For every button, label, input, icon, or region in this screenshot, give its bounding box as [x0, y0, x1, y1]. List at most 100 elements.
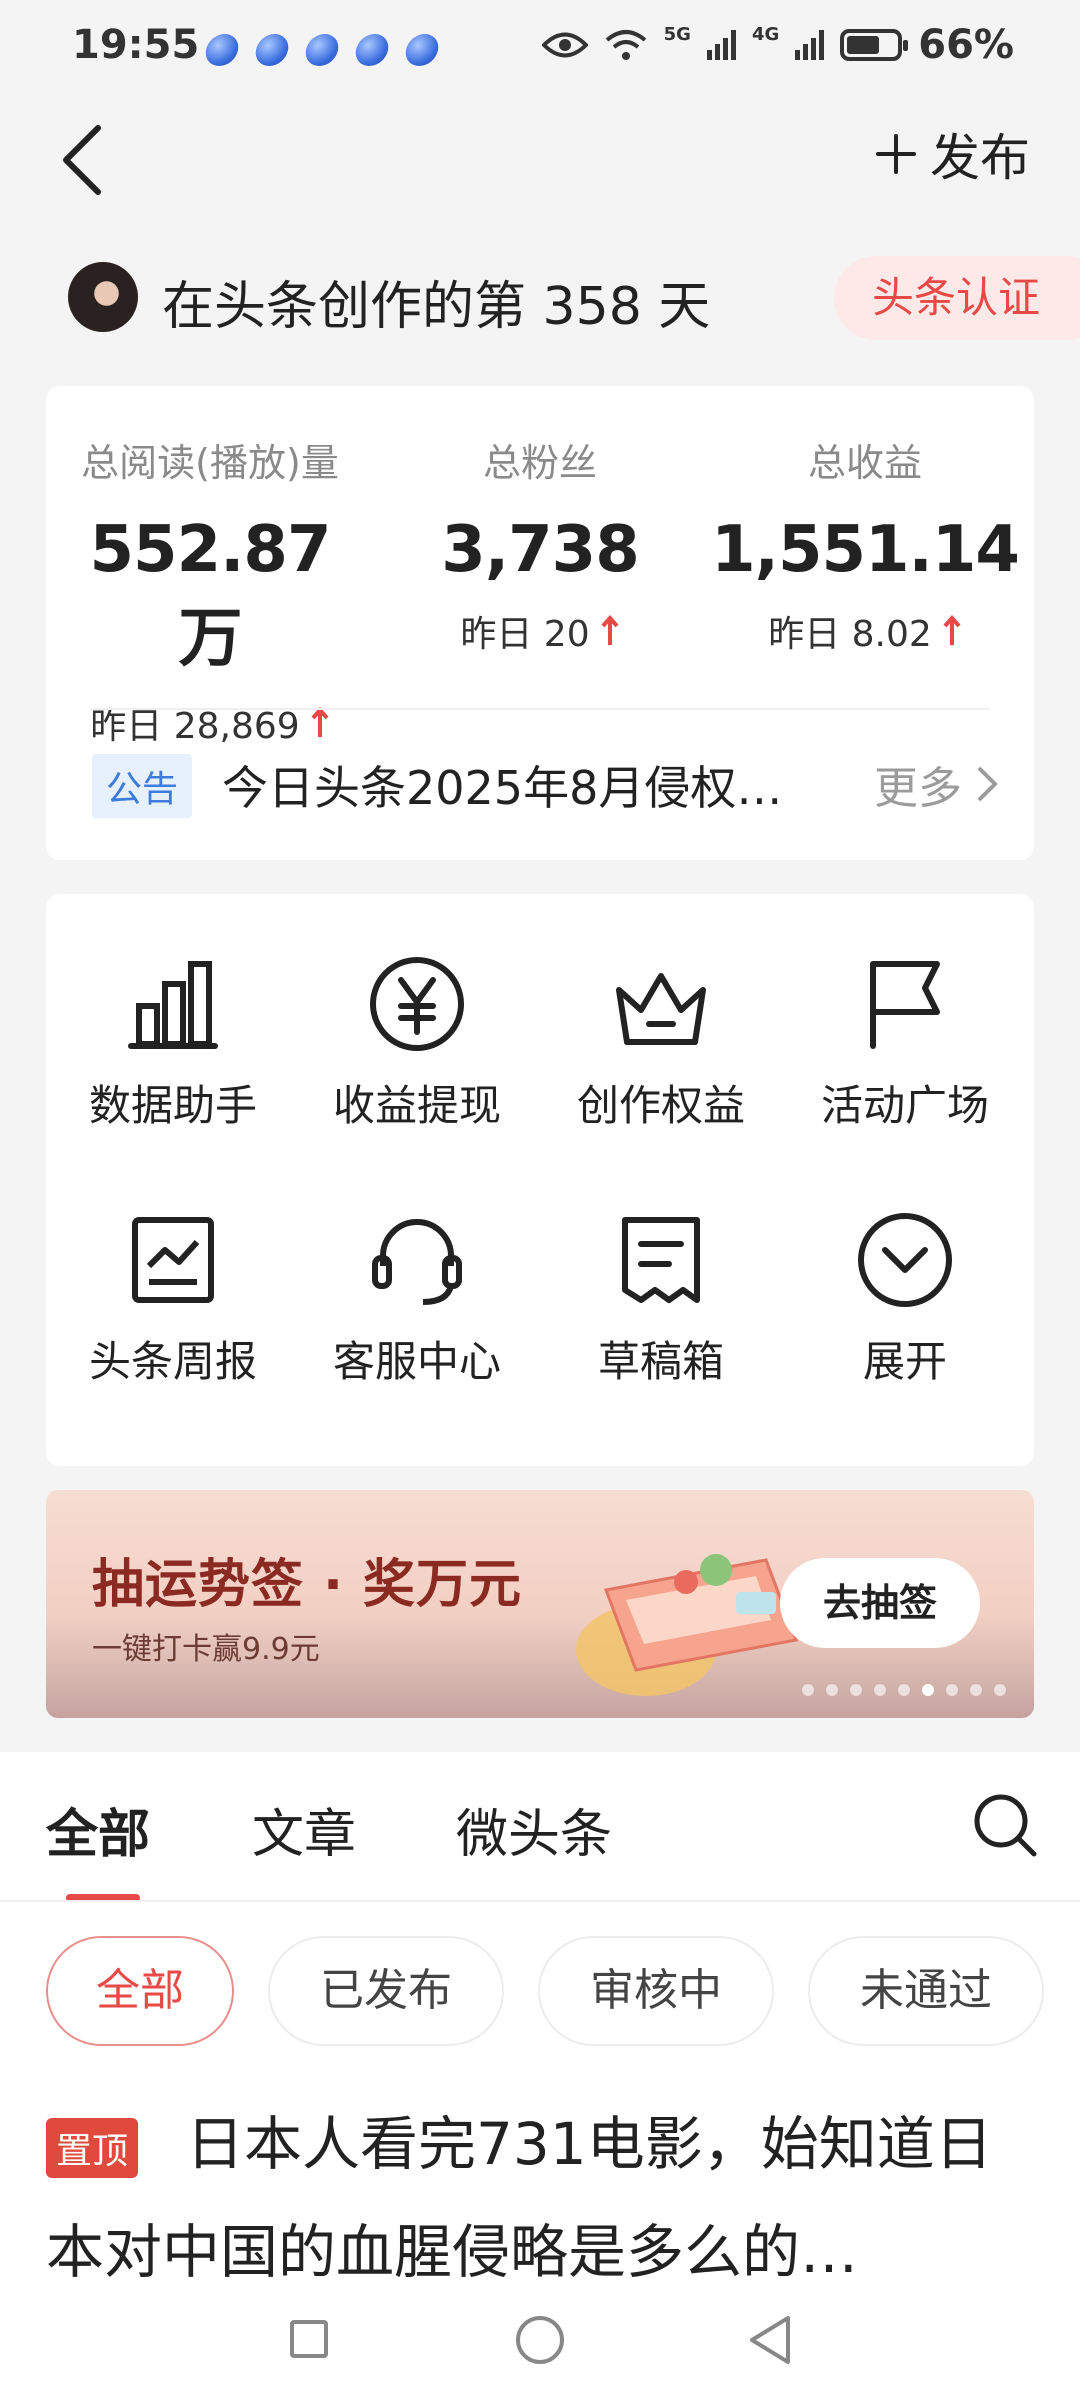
stat-delta: 昨日 20 [390, 605, 690, 657]
pagination-dot [970, 1684, 982, 1696]
up-arrow-icon [311, 707, 329, 737]
nav-back-icon[interactable] [744, 2312, 794, 2368]
tab-micro-posts[interactable]: 微头条 [456, 1792, 612, 1867]
home-icon[interactable] [516, 2316, 564, 2364]
divider [90, 708, 990, 710]
filter-published[interactable]: 已发布 [268, 1936, 504, 2046]
eye-icon [541, 32, 588, 58]
search-icon[interactable] [970, 1790, 1040, 1860]
app-notification-icon [353, 34, 391, 66]
pagination-dot [898, 1684, 910, 1696]
stat-value: 3,738 [441, 513, 639, 587]
tool-label: 收益提现 [332, 1081, 501, 1130]
flag-icon [870, 961, 940, 1049]
crown-icon [616, 973, 706, 1045]
stat-label: 总粉丝 [482, 441, 597, 485]
tools-card: 数据助手 收益提现 创作权益 活动广场 头条周报 客服中心 草稿箱 展开 [46, 894, 1034, 1466]
banner-subtitle: 一键打卡赢9.9元 [92, 1632, 320, 1667]
tool-creator-rights[interactable]: 创作权益 [561, 954, 761, 1133]
stat-delta-text: 昨日 20 [460, 614, 590, 655]
notification-icons [203, 34, 441, 66]
stat-total-earnings[interactable]: 总收益 1,551.14 昨日 8.02 [710, 432, 1020, 657]
battery-percent: 66% [918, 22, 1014, 68]
tool-label: 数据助手 [88, 1081, 257, 1130]
stat-value: 552.87万 [89, 513, 332, 676]
creator-days-text: 在头条创作的第 358 天 [162, 277, 711, 337]
tool-label: 创作权益 [576, 1081, 745, 1130]
wifi-icon [605, 30, 646, 60]
expand-icon [858, 1213, 952, 1307]
app-notification-icon [203, 34, 241, 66]
tool-drafts[interactable]: 草稿箱 [561, 1210, 761, 1389]
yuan-icon [370, 957, 464, 1051]
divider [0, 1900, 1080, 1902]
stat-total-fans[interactable]: 总粉丝 3,738 昨日 20 [390, 432, 690, 657]
stat-total-reads[interactable]: 总阅读(播放)量 552.87万 昨日 28,869 [60, 432, 360, 749]
notice-more-label: 更多 [874, 763, 962, 814]
stat-value: 1,551.14 [711, 513, 1020, 587]
pagination-dot [994, 1684, 1006, 1696]
filter-reviewing[interactable]: 审核中 [538, 1936, 774, 2046]
tool-label: 活动广场 [820, 1081, 989, 1130]
tool-label: 展开 [862, 1337, 947, 1386]
stat-delta-text: 昨日 28,869 [90, 706, 300, 747]
stat-label: 总收益 [807, 441, 922, 485]
pagination-dot [802, 1684, 814, 1696]
filter-rejected[interactable]: 未通过 [808, 1936, 1044, 2046]
report-icon [132, 1217, 214, 1303]
status-time: 19:55 [72, 22, 200, 68]
up-arrow-icon [943, 615, 961, 645]
stats-card: 总阅读(播放)量 552.87万 昨日 28,869 总粉丝 3,738 昨日 … [46, 386, 1034, 860]
app-notification-icon [303, 34, 341, 66]
pagination-dot [922, 1684, 934, 1696]
pagination-dot [946, 1684, 958, 1696]
stat-delta-text: 昨日 8.02 [768, 614, 932, 655]
pinned-tag: 置顶 [46, 2118, 139, 2178]
article-title[interactable]: 日本人看完731电影，始知道日本对中国的血腥侵略是多么的… [46, 2090, 1036, 2306]
notice-tag: 公告 [92, 754, 193, 818]
notice-more-link[interactable]: 更多 [874, 752, 998, 816]
tool-label: 客服中心 [332, 1337, 501, 1386]
network-4g-label: 4G [751, 24, 780, 45]
cert-badge[interactable]: 头条认证 [833, 256, 1080, 340]
pagination-dot [826, 1684, 838, 1696]
up-arrow-icon [601, 615, 619, 645]
recent-apps-icon[interactable] [290, 2320, 328, 2358]
back-icon[interactable] [54, 120, 114, 200]
status-indicators: 5G 4G 66% [541, 22, 1014, 68]
app-notification-icon [253, 34, 291, 66]
tool-activity-plaza[interactable]: 活动广场 [805, 954, 1005, 1133]
app-notification-icon [403, 34, 441, 66]
publish-label: 发布 [930, 129, 1030, 187]
tool-expand[interactable]: 展开 [805, 1210, 1005, 1389]
battery-icon [840, 29, 909, 61]
pagination-dot [850, 1684, 862, 1696]
signal-5g-icon [706, 30, 736, 60]
draft-icon [622, 1217, 700, 1303]
banner-title: 抽运势签 · 奖万元 [92, 1555, 522, 1615]
filter-all[interactable]: 全部 [46, 1936, 234, 2046]
tool-earnings-withdraw[interactable]: 收益提现 [317, 954, 517, 1133]
tool-label: 头条周报 [88, 1337, 257, 1386]
pagination-dot [874, 1684, 886, 1696]
publish-button[interactable]: 发布 [874, 118, 1030, 190]
tab-articles[interactable]: 文章 [252, 1792, 356, 1867]
stat-delta: 昨日 8.02 [710, 605, 1020, 657]
tool-label: 草稿箱 [597, 1337, 724, 1386]
avatar[interactable] [68, 262, 138, 332]
battery-fill [847, 36, 880, 54]
tool-customer-service[interactable]: 客服中心 [317, 1210, 517, 1389]
network-5g-label: 5G [663, 24, 691, 45]
promo-banner[interactable]: 抽运势签 · 奖万元 一键打卡赢9.9元 去抽签 [46, 1490, 1034, 1718]
stat-delta: 昨日 28,869 [60, 697, 360, 749]
tab-all[interactable]: 全部 [46, 1792, 150, 1867]
signal-4g-icon [795, 30, 825, 60]
notice-text[interactable]: 今日头条2025年8月侵权… [222, 752, 782, 818]
headset-icon [372, 1219, 462, 1305]
plus-icon [876, 134, 916, 174]
draw-lot-button[interactable]: 去抽签 [780, 1558, 980, 1648]
stat-label: 总阅读(播放)量 [81, 441, 339, 485]
tool-data-assistant[interactable]: 数据助手 [73, 954, 273, 1133]
banner-pagination [802, 1684, 1006, 1696]
tool-weekly-report[interactable]: 头条周报 [73, 1210, 273, 1389]
